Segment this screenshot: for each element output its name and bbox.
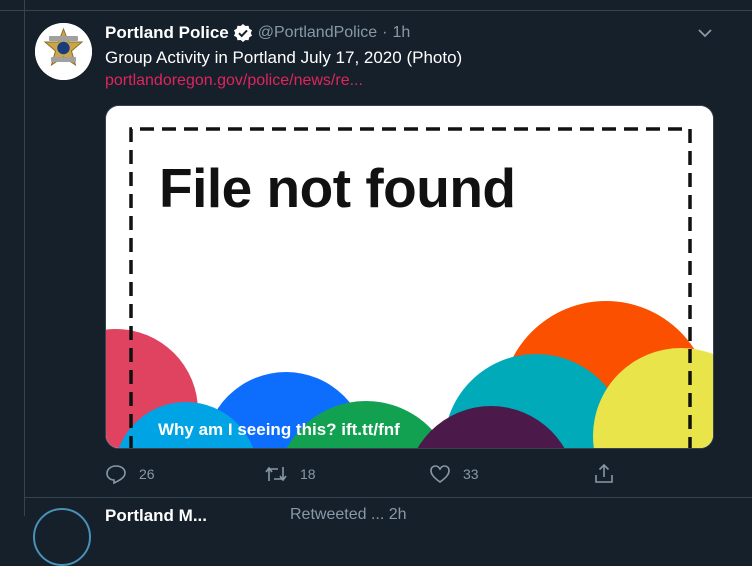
retweet-count: 18 <box>300 466 316 482</box>
like-button[interactable]: 33 <box>429 461 479 487</box>
retweet-button[interactable]: 18 <box>264 461 316 487</box>
chevron-down-icon[interactable] <box>696 26 714 40</box>
top-divider <box>0 10 752 11</box>
next-tweet-avatar[interactable] <box>33 508 91 566</box>
media-footer: Why am I seeing this? ift.tt/fnf <box>158 420 400 439</box>
author-avatar[interactable] <box>35 23 92 80</box>
tweet-header: Portland Police @PortlandPolice · 1h <box>105 22 410 44</box>
media-title: File not found <box>159 157 516 219</box>
share-button[interactable] <box>593 461 615 487</box>
like-count: 33 <box>463 466 479 482</box>
next-tweet-meta: Retweeted ... 2h <box>290 506 407 523</box>
retweet-icon <box>264 463 288 485</box>
tweet-timestamp[interactable]: 1h <box>393 24 411 42</box>
left-column-border <box>24 0 25 516</box>
reply-button[interactable]: 26 <box>105 461 155 487</box>
tweet-actions: 26 18 33 <box>0 461 752 487</box>
reply-count: 26 <box>139 466 155 482</box>
like-icon <box>429 463 451 485</box>
share-icon <box>593 463 615 485</box>
tweet-link[interactable]: portlandoregon.gov/police/news/re... <box>105 72 363 90</box>
author-name[interactable]: Portland Police <box>105 23 229 43</box>
verified-badge-icon <box>233 23 253 43</box>
tweet-divider <box>24 497 752 498</box>
header-separator: · <box>382 24 388 41</box>
police-star-badge-icon <box>35 23 92 80</box>
reply-icon <box>105 463 127 485</box>
author-handle[interactable]: @PortlandPolice <box>258 24 377 42</box>
next-tweet-author[interactable]: Portland M... <box>105 506 207 526</box>
tweet-text: Group Activity in Portland July 17, 2020… <box>105 48 463 67</box>
tweet-media-image[interactable]: File not found Why am I seeing this? ift… <box>105 105 714 449</box>
